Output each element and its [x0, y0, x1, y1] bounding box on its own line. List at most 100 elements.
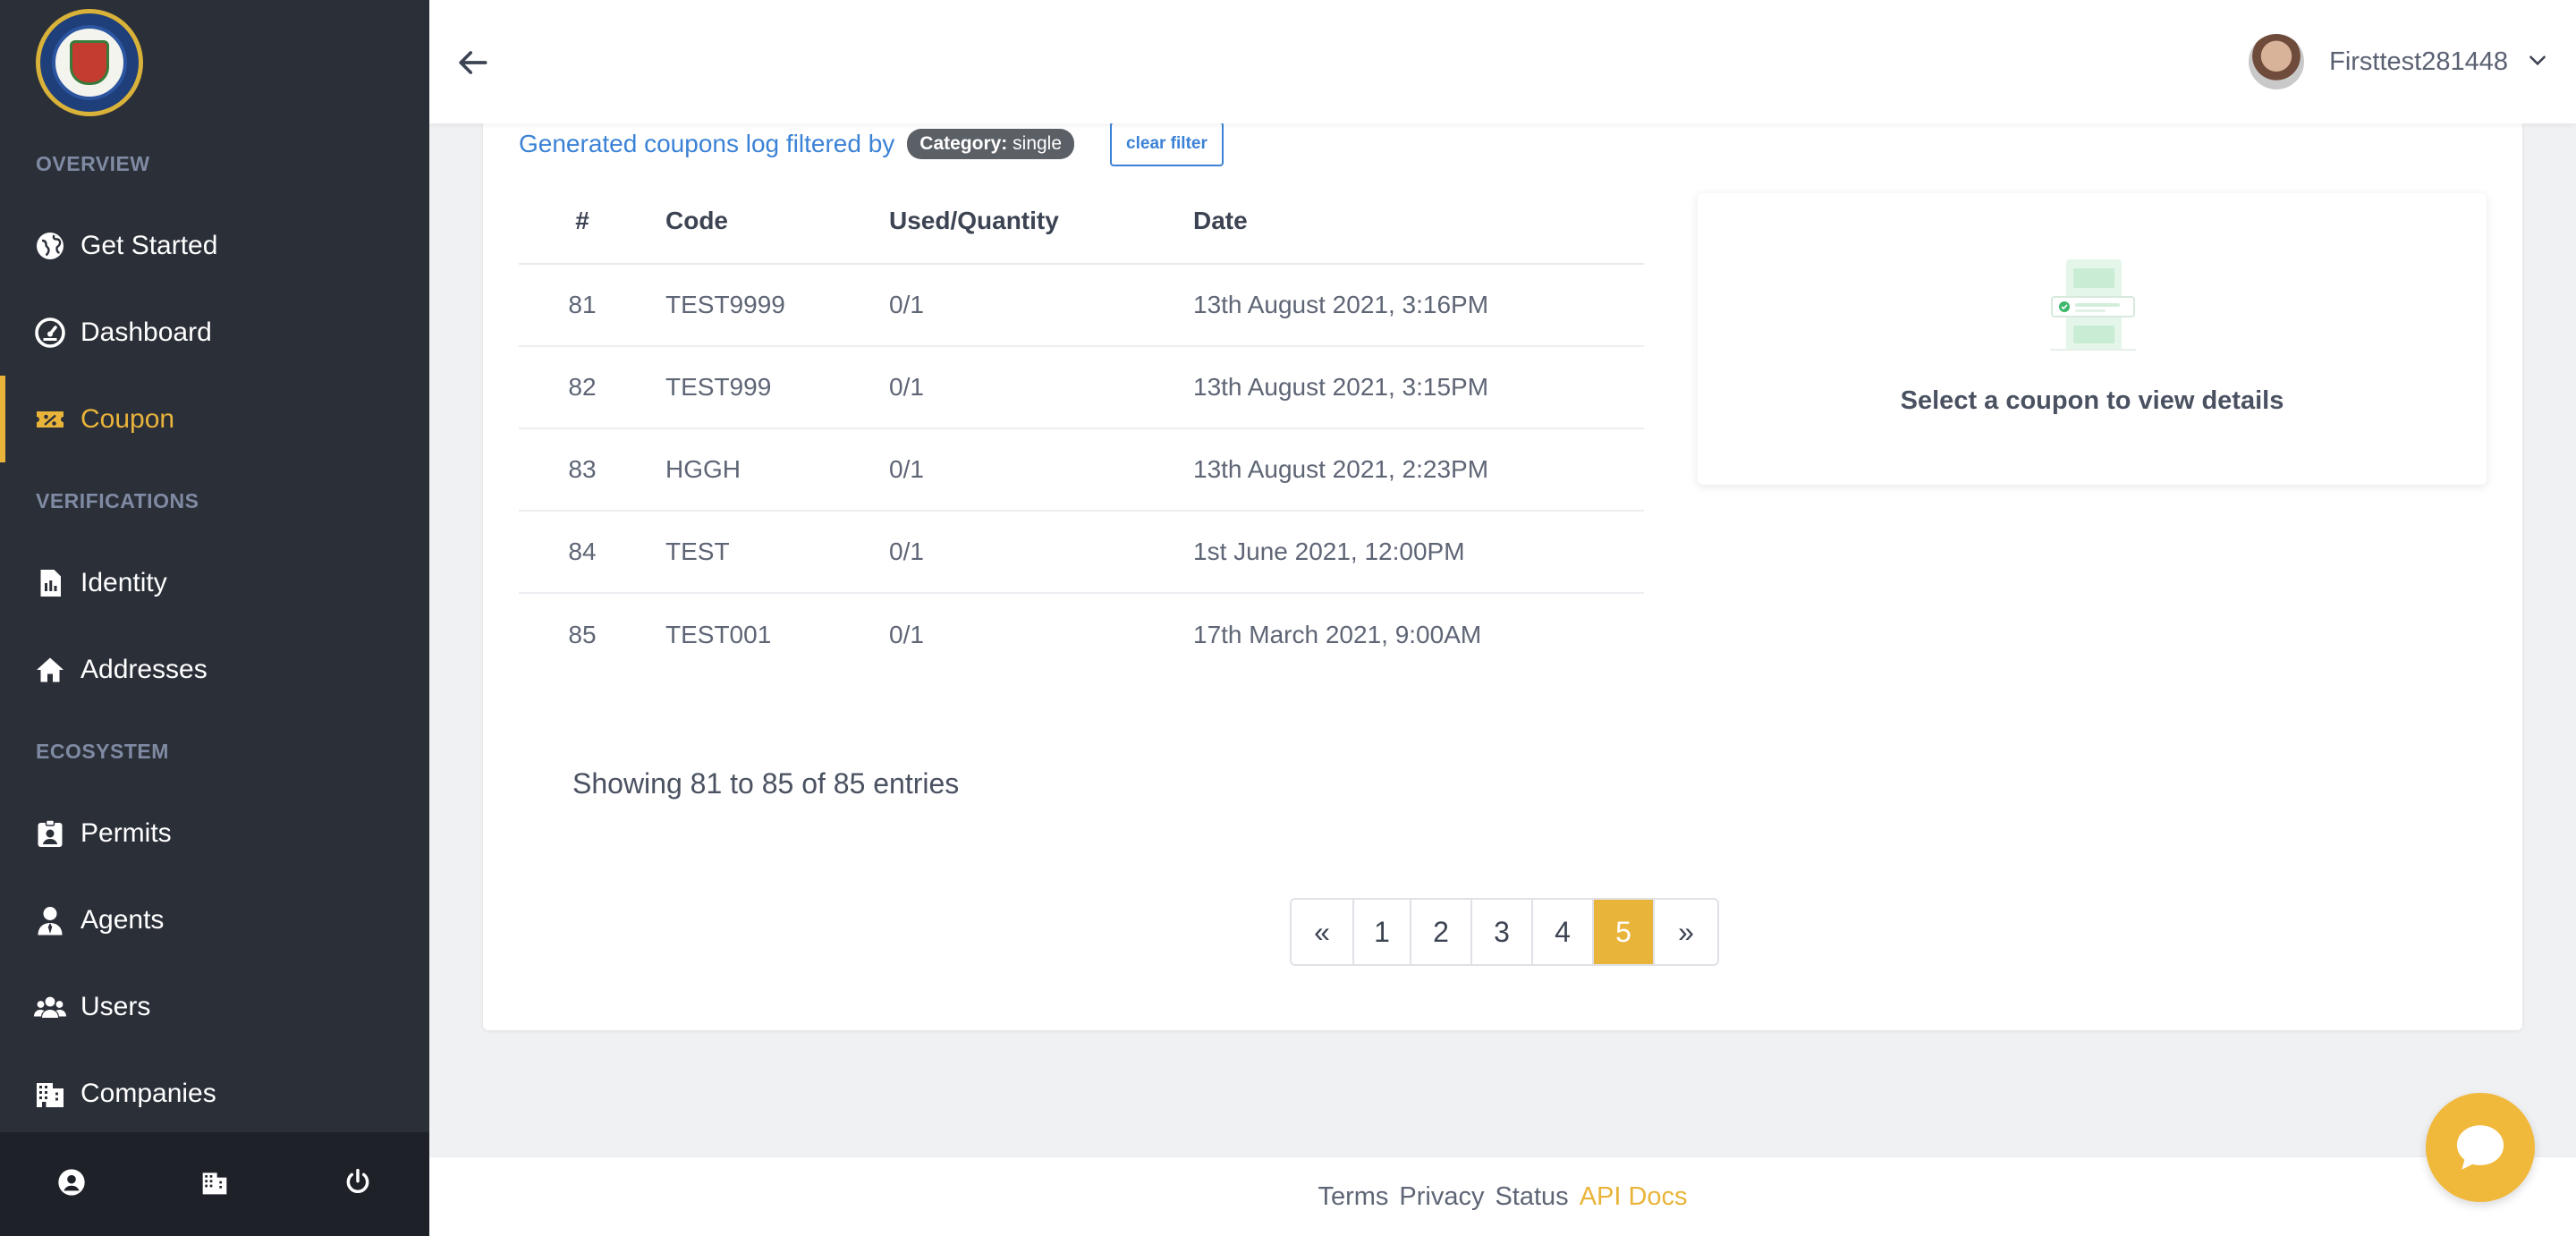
clear-filter-button[interactable]: clear filter: [1110, 122, 1224, 166]
header-code[interactable]: Code: [651, 207, 875, 235]
user-circle-icon[interactable]: [57, 1168, 86, 1201]
chevron-down-icon[interactable]: [2526, 48, 2549, 76]
section-overview: OVERVIEW: [36, 151, 150, 175]
page-1-button[interactable]: 1: [1354, 900, 1411, 964]
agent-icon: [34, 904, 66, 936]
cell-date: 17th March 2021, 9:00AM: [1193, 621, 1482, 648]
badge-icon: [34, 817, 66, 850]
topbar: Firsttest281448: [429, 0, 2576, 123]
entries-summary: Showing 81 to 85 of 85 entries: [572, 767, 960, 800]
cell-date: 13th August 2021, 3:15PM: [1193, 373, 1489, 401]
cell-num: 85: [568, 621, 597, 648]
table-row[interactable]: 84 TEST 0/1 1st June 2021, 12:00PM: [519, 512, 1644, 594]
page-next-button[interactable]: »: [1655, 900, 1717, 964]
cell-num: 84: [568, 538, 597, 565]
filter-text: Generated coupons log filtered by: [519, 130, 895, 157]
page-2-button[interactable]: 2: [1411, 900, 1472, 964]
sidebar-item-label: Agents: [80, 904, 165, 935]
cell-used: 0/1: [889, 455, 924, 483]
sidebar-item-companies[interactable]: Companies: [0, 1050, 429, 1137]
section-verifications: VERIFICATIONS: [36, 488, 199, 512]
cell-date: 13th August 2021, 2:23PM: [1193, 455, 1489, 483]
cell-used: 0/1: [889, 291, 924, 318]
header-used[interactable]: Used/Quantity: [875, 207, 1179, 235]
section-ecosystem: ECOSYSTEM: [36, 739, 169, 763]
filter-line: Generated coupons log filtered by Catego…: [519, 122, 1224, 166]
sidebar-item-identity[interactable]: Identity: [0, 539, 429, 626]
sidebar-item-label: Dashboard: [80, 317, 212, 347]
page-3-button[interactable]: 3: [1472, 900, 1533, 964]
home-icon: [34, 654, 66, 686]
table-row[interactable]: 81 TEST9999 0/1 13th August 2021, 3:16PM: [519, 265, 1644, 347]
cell-code: TEST: [665, 538, 730, 565]
sidebar-item-coupon[interactable]: Coupon: [0, 376, 429, 462]
sidebar-item-label: Users: [80, 991, 151, 1021]
building-icon: [34, 1078, 66, 1110]
footer-link-terms[interactable]: Terms: [1318, 1182, 1388, 1212]
pagination: « 1 2 3 4 5 »: [1290, 898, 1719, 966]
page-prev-button[interactable]: «: [1292, 900, 1354, 964]
page-footer: Terms Privacy Status API Docs: [429, 1156, 2576, 1236]
cell-num: 83: [568, 455, 597, 483]
sidebar-item-addresses[interactable]: Addresses: [0, 626, 429, 713]
arrow-left-icon[interactable]: [453, 43, 492, 82]
cell-used: 0/1: [889, 621, 924, 648]
sidebar-item-label: Addresses: [80, 654, 208, 684]
id-file-icon: [34, 567, 66, 599]
cell-used: 0/1: [889, 373, 924, 401]
chat-button[interactable]: [2426, 1093, 2535, 1202]
cell-date: 1st June 2021, 12:00PM: [1193, 538, 1465, 565]
users-icon: [34, 991, 66, 1023]
detail-placeholder-text: Select a coupon to view details: [1900, 386, 2284, 415]
cell-code: TEST9999: [665, 291, 785, 318]
coupon-log-card: Generated coupons log filtered by Catego…: [483, 98, 2522, 1030]
sidebar-item-get-started[interactable]: Get Started: [0, 202, 429, 289]
cell-code: TEST999: [665, 373, 772, 401]
globe-icon: [34, 230, 66, 262]
cell-num: 81: [568, 291, 597, 318]
logo-area: [0, 0, 429, 125]
user-menu[interactable]: Firsttest281448: [2249, 34, 2549, 89]
logo[interactable]: [36, 9, 143, 116]
footer-link-privacy[interactable]: Privacy: [1399, 1182, 1484, 1212]
cell-num: 82: [568, 373, 597, 401]
sidebar-item-permits[interactable]: Permits: [0, 790, 429, 876]
sidebar-item-agents[interactable]: Agents: [0, 876, 429, 963]
sidebar-item-label: Permits: [80, 817, 172, 848]
sidebar-footer: [0, 1132, 429, 1236]
power-icon[interactable]: [343, 1168, 372, 1201]
chat-icon: [2456, 1125, 2504, 1170]
gauge-icon: [34, 317, 66, 349]
table-row[interactable]: 83 HGGH 0/1 13th August 2021, 2:23PM: [519, 429, 1644, 512]
page-4-button[interactable]: 4: [1533, 900, 1594, 964]
coupon-illustration-icon: [2050, 259, 2136, 351]
sidebar-item-label: Coupon: [80, 403, 175, 434]
avatar[interactable]: [2249, 34, 2305, 89]
building-icon[interactable]: [200, 1168, 229, 1201]
cell-used: 0/1: [889, 538, 924, 565]
header-date[interactable]: Date: [1179, 207, 1644, 235]
page-5-button[interactable]: 5: [1594, 900, 1655, 964]
category-badge: Category: single: [907, 129, 1075, 159]
coupons-table: # Code Used/Quantity Date 81 TEST9999 0/…: [519, 179, 1644, 676]
badge-key: Category:: [919, 133, 1008, 154]
user-name[interactable]: Firsttest281448: [2329, 47, 2508, 77]
coupon-detail-panel: Select a coupon to view details: [1698, 193, 2487, 485]
ticket-icon: [34, 403, 66, 436]
sidebar-item-users[interactable]: Users: [0, 963, 429, 1050]
badge-value: single: [1013, 133, 1063, 154]
cell-code: HGGH: [665, 455, 741, 483]
header-num[interactable]: #: [519, 207, 651, 235]
cell-code: TEST001: [665, 621, 772, 648]
sidebar-item-dashboard[interactable]: Dashboard: [0, 289, 429, 376]
footer-link-status[interactable]: Status: [1495, 1182, 1568, 1212]
table-header: # Code Used/Quantity Date: [519, 179, 1644, 265]
table-row[interactable]: 85 TEST001 0/1 17th March 2021, 9:00AM: [519, 594, 1644, 676]
sidebar-item-label: Get Started: [80, 230, 218, 260]
footer-link-api-docs[interactable]: API Docs: [1580, 1182, 1688, 1212]
cell-date: 13th August 2021, 3:16PM: [1193, 291, 1489, 318]
sidebar-item-label: Companies: [80, 1078, 216, 1108]
sidebar: OVERVIEW Get Started Dashboard Coupon VE…: [0, 0, 429, 1236]
table-row[interactable]: 82 TEST999 0/1 13th August 2021, 3:15PM: [519, 347, 1644, 429]
sidebar-item-label: Identity: [80, 567, 167, 597]
